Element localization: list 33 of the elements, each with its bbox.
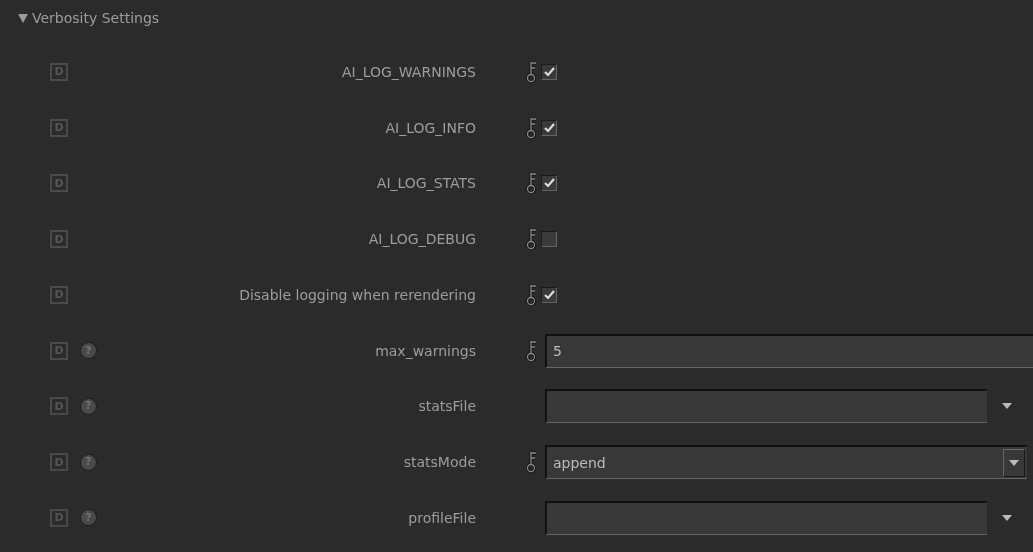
parameter-label: AI_LOG_STATS <box>375 175 476 192</box>
parameter-label: statsMode <box>402 454 476 471</box>
dropdown-field[interactable]: append <box>545 445 1027 480</box>
help-button[interactable]: ? <box>80 397 97 415</box>
parameter-label: AI_LOG_DEBUG <box>367 231 476 248</box>
help-button[interactable]: ? <box>80 509 97 527</box>
key-icon[interactable] <box>526 228 538 251</box>
number-field[interactable]: 5 <box>545 333 1033 368</box>
key-icon[interactable] <box>526 283 538 306</box>
help-button[interactable]: ? <box>80 342 97 360</box>
dropdown-arrow-icon[interactable] <box>1002 514 1012 521</box>
checkbox[interactable] <box>541 231 557 248</box>
key-icon[interactable] <box>526 339 538 362</box>
key-icon[interactable] <box>526 172 538 195</box>
key-icon[interactable] <box>526 116 538 139</box>
expand-triangle-icon[interactable] <box>18 13 28 23</box>
parameter-label: max_warnings <box>374 342 476 359</box>
parameter-label: statsFile <box>417 398 476 415</box>
section-title[interactable]: Verbosity Settings <box>32 10 160 26</box>
checkbox[interactable] <box>541 286 557 303</box>
checkbox[interactable] <box>541 63 557 80</box>
checkbox[interactable] <box>541 175 557 192</box>
checkbox[interactable] <box>541 119 557 136</box>
help-button[interactable]: ? <box>80 453 97 471</box>
file-field[interactable] <box>545 500 987 535</box>
file-field[interactable] <box>545 389 987 424</box>
dropdown-arrow-icon[interactable] <box>1002 403 1012 410</box>
parameter-label: AI_LOG_INFO <box>384 119 476 136</box>
key-icon[interactable] <box>526 451 538 474</box>
key-icon[interactable] <box>526 60 538 83</box>
parameter-label: profileFile <box>407 509 476 526</box>
parameter-label: AI_LOG_WARNINGS <box>340 63 476 80</box>
parameter-label: Disable logging when rerendering <box>238 286 476 303</box>
